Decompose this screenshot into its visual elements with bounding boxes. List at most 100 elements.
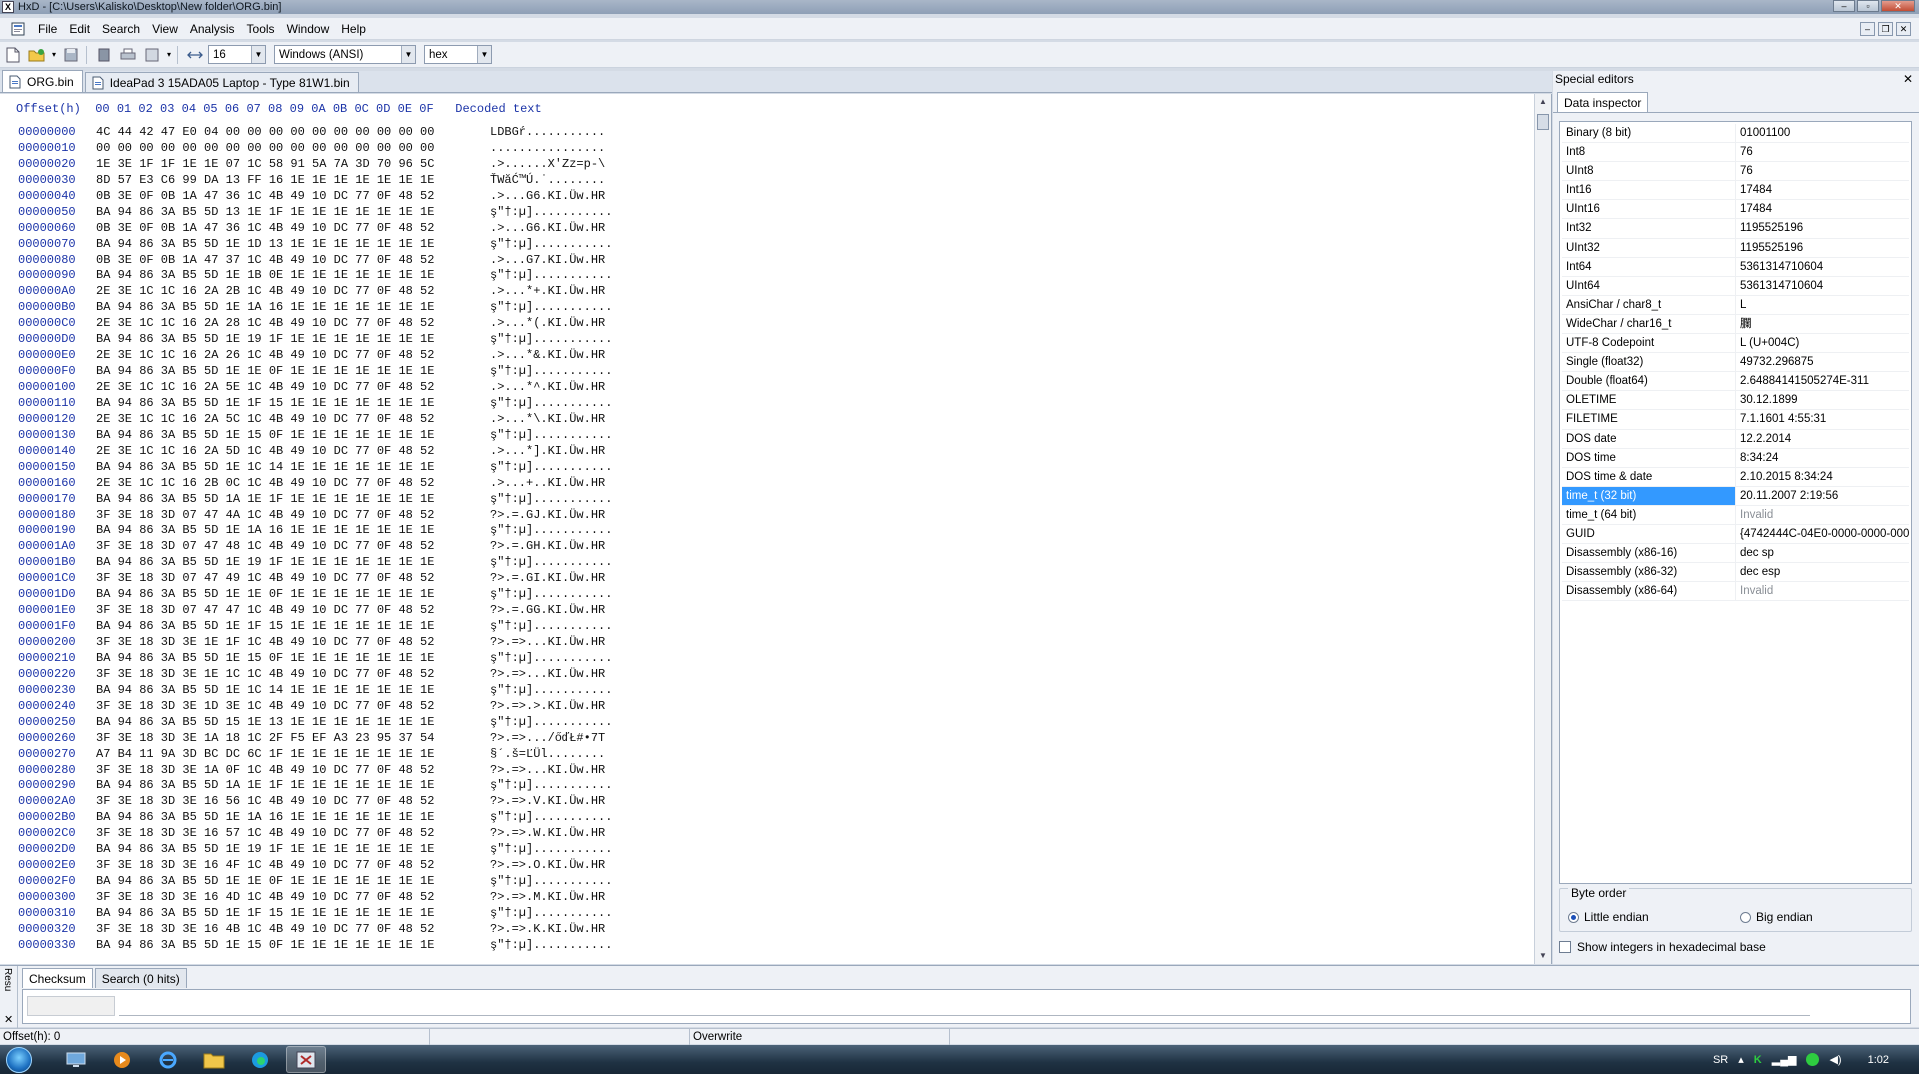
inspector-row[interactable]: time_t (32 bit) 20.11.2007 2:19:56 (1562, 486, 1909, 506)
hex-row[interactable]: 00000320 3F 3E 18 3D 3E 16 4B 1C 4B 49 10… (0, 921, 612, 937)
hex-row[interactable]: 00000130 BA 94 86 3A B5 5D 1E 15 0F 1E 1E… (0, 427, 612, 443)
row-bytes[interactable]: BA 94 86 3A B5 5D 1E 15 0F 1E 1E 1E 1E 1… (96, 937, 490, 953)
tray-expand-icon[interactable]: ▴ (1738, 1053, 1744, 1066)
radio-selected-icon[interactable] (1568, 911, 1579, 923)
inspector-value[interactable]: L (1735, 295, 1909, 314)
hex-row[interactable]: 00000220 3F 3E 18 3D 3E 1E 1C 1C 4B 49 10… (0, 666, 612, 682)
inspector-value[interactable]: 12.2.2014 (1735, 429, 1909, 448)
hex-row[interactable]: 000000A0 2E 3E 1C 1C 16 2A 2B 1C 4B 49 10… (0, 283, 612, 299)
inspector-row[interactable]: Single (float32) 49732.296875 (1562, 353, 1909, 373)
network-signal-icon[interactable]: ▂▄▆ (1772, 1053, 1797, 1066)
tab-checksum[interactable]: Checksum (22, 968, 93, 988)
kaspersky-icon[interactable]: K (1754, 1054, 1762, 1066)
hex-row[interactable]: 00000080 0B 3E 0F 0B 1A 47 37 1C 4B 49 10… (0, 252, 612, 268)
row-decoded-text[interactable]: ş"†:µ]........... (490, 236, 612, 252)
menu-file[interactable]: File (32, 22, 63, 36)
hex-row[interactable]: 00000000 4C 44 42 47 E0 04 00 00 00 00 00… (0, 124, 612, 140)
bytes-per-row-combo[interactable]: 16 ▼ (208, 45, 266, 64)
row-decoded-text[interactable]: ş"†:µ]........... (490, 809, 612, 825)
results-content[interactable] (22, 989, 1911, 1024)
row-bytes[interactable]: 3F 3E 18 3D 3E 16 4D 1C 4B 49 10 DC 77 0… (96, 889, 490, 905)
hex-row[interactable]: 000001D0 BA 94 86 3A B5 5D 1E 1E 0F 1E 1E… (0, 586, 612, 602)
hex-row[interactable]: 00000110 BA 94 86 3A B5 5D 1E 1F 15 1E 1E… (0, 395, 612, 411)
row-decoded-text[interactable]: ?>.=>.>.KI.Üw.HR (490, 698, 605, 714)
row-decoded-text[interactable]: ?>.=>...KI.Üw.HR (490, 666, 605, 682)
hex-row[interactable]: 000002A0 3F 3E 18 3D 3E 16 56 1C 4B 49 10… (0, 793, 612, 809)
checkbox-icon[interactable] (1559, 941, 1571, 953)
row-decoded-text[interactable]: ŤWăĆ™Ú.˙........ (490, 172, 605, 188)
inspector-value[interactable]: 5361314710604 (1735, 257, 1909, 276)
row-decoded-text[interactable]: ?>.=>.M.KI.Üw.HR (490, 889, 605, 905)
inspector-row[interactable]: UInt8 76 (1562, 162, 1909, 182)
hex-row[interactable]: 000001E0 3F 3E 18 3D 07 47 47 1C 4B 49 10… (0, 602, 612, 618)
row-bytes[interactable]: 3F 3E 18 3D 3E 1E 1C 1C 4B 49 10 DC 77 0… (96, 666, 490, 682)
row-bytes[interactable]: BA 94 86 3A B5 5D 1E 1A 16 1E 1E 1E 1E 1… (96, 809, 490, 825)
row-bytes[interactable]: BA 94 86 3A B5 5D 1E 1E 0F 1E 1E 1E 1E 1… (96, 873, 490, 889)
hex-row[interactable]: 000001B0 BA 94 86 3A B5 5D 1E 19 1F 1E 1E… (0, 554, 612, 570)
hex-editor[interactable]: Offset(h) 00 01 02 03 04 05 06 07 08 09 … (0, 94, 1552, 964)
hex-row[interactable]: 00000240 3F 3E 18 3D 3E 1D 3E 1C 4B 49 10… (0, 698, 612, 714)
maximize-button[interactable]: ▫ (1857, 0, 1879, 12)
row-decoded-text[interactable]: .>...*+.KI.Üw.HR (490, 283, 605, 299)
hex-row[interactable]: 00000270 A7 B4 11 9A 3D BC DC 6C 1F 1E 1E… (0, 746, 612, 762)
inspector-row[interactable]: Int64 5361314710604 (1562, 257, 1909, 277)
inspector-row[interactable]: Int16 17484 (1562, 181, 1909, 201)
row-decoded-text[interactable]: .>......X'Zz=p-\ (490, 156, 605, 172)
row-decoded-text[interactable]: ş"†:µ]........... (490, 299, 612, 315)
hex-row[interactable]: 00000210 BA 94 86 3A B5 5D 1E 15 0F 1E 1E… (0, 650, 612, 666)
hex-row[interactable]: 000000B0 BA 94 86 3A B5 5D 1E 1A 16 1E 1E… (0, 299, 612, 315)
inspector-value[interactable]: 8:34:24 (1735, 448, 1909, 467)
row-decoded-text[interactable]: .>...G6.KI.Üw.HR (490, 220, 605, 236)
row-decoded-text[interactable]: .>...*&.KI.Üw.HR (490, 347, 605, 363)
inspector-value[interactable]: dec sp (1735, 544, 1909, 563)
inspector-row[interactable]: UInt16 17484 (1562, 200, 1909, 220)
language-indicator[interactable]: SR (1713, 1054, 1728, 1066)
row-decoded-text[interactable]: ş"†:µ]........... (490, 841, 612, 857)
inspector-value[interactable]: 17484 (1735, 181, 1909, 200)
row-bytes[interactable]: BA 94 86 3A B5 5D 1E 1F 15 1E 1E 1E 1E 1… (96, 395, 490, 411)
data-inspector-grid[interactable]: Binary (8 bit) 01001100 Int8 76 UInt8 76 Int16… (1559, 121, 1912, 884)
inspector-row[interactable]: OLETIME 30.12.1899 (1562, 391, 1909, 411)
row-bytes[interactable]: BA 94 86 3A B5 5D 1E 1B 0E 1E 1E 1E 1E 1… (96, 267, 490, 283)
row-decoded-text[interactable]: .>...*(.KI.Üw.HR (490, 315, 605, 331)
tab-org-bin[interactable]: ORG.bin (2, 70, 83, 92)
inspector-value[interactable]: 76 (1735, 143, 1909, 162)
row-decoded-text[interactable]: ş"†:µ]........... (490, 905, 612, 921)
row-decoded-text[interactable]: ş"†:µ]........... (490, 586, 612, 602)
row-bytes[interactable]: 3F 3E 18 3D 07 47 4A 1C 4B 49 10 DC 77 0… (96, 507, 490, 523)
hex-row[interactable]: 00000280 3F 3E 18 3D 3E 1A 0F 1C 4B 49 10… (0, 762, 612, 778)
row-bytes[interactable]: BA 94 86 3A B5 5D 1E 19 1F 1E 1E 1E 1E 1… (96, 554, 490, 570)
hex-row[interactable]: 00000230 BA 94 86 3A B5 5D 1E 1C 14 1E 1E… (0, 682, 612, 698)
inspector-value[interactable]: dec esp (1735, 563, 1909, 582)
offset-base-combo[interactable]: hex ▼ (424, 45, 492, 64)
row-decoded-text[interactable]: ş"†:µ]........... (490, 395, 612, 411)
print-icon[interactable] (117, 45, 139, 65)
row-bytes[interactable]: 2E 3E 1C 1C 16 2A 5E 1C 4B 49 10 DC 77 0… (96, 379, 490, 395)
row-bytes[interactable]: 2E 3E 1C 1C 16 2A 26 1C 4B 49 10 DC 77 0… (96, 347, 490, 363)
row-decoded-text[interactable]: .>...*^.KI.Üw.HR (490, 379, 605, 395)
hex-row[interactable]: 00000170 BA 94 86 3A B5 5D 1A 1E 1F 1E 1E… (0, 491, 612, 507)
hex-row[interactable]: 00000310 BA 94 86 3A B5 5D 1E 1F 15 1E 1E… (0, 905, 612, 921)
row-bytes[interactable]: BA 94 86 3A B5 5D 1E 1E 0F 1E 1E 1E 1E 1… (96, 363, 490, 379)
dropdown-arrow-icon[interactable]: ▾ (50, 45, 58, 65)
hex-row[interactable]: 000001F0 BA 94 86 3A B5 5D 1E 1F 15 1E 1E… (0, 618, 612, 634)
hex-row[interactable]: 00000030 8D 57 E3 C6 99 DA 13 FF 16 1E 1E… (0, 172, 612, 188)
minimize-button[interactable]: – (1833, 0, 1855, 12)
row-bytes[interactable]: BA 94 86 3A B5 5D 1E 1F 15 1E 1E 1E 1E 1… (96, 905, 490, 921)
hex-row[interactable]: 00000010 00 00 00 00 00 00 00 00 00 00 00… (0, 140, 612, 156)
hex-row[interactable]: 00000200 3F 3E 18 3D 3E 1E 1F 1C 4B 49 10… (0, 634, 612, 650)
inspector-row[interactable]: FILETIME 7.1.1601 4:55:31 (1562, 410, 1909, 430)
inspector-row[interactable]: DOS time & date 2.10.2015 8:34:24 (1562, 467, 1909, 487)
row-decoded-text[interactable]: ?>.=.GI.KI.Üw.HR (490, 570, 605, 586)
row-bytes[interactable]: BA 94 86 3A B5 5D 1E 1C 14 1E 1E 1E 1E 1… (96, 459, 490, 475)
scroll-thumb[interactable] (1537, 114, 1549, 130)
inspector-row[interactable]: Disassembly (x86-16) dec sp (1562, 544, 1909, 564)
row-bytes[interactable]: 4C 44 42 47 E0 04 00 00 00 00 00 00 00 0… (96, 124, 490, 140)
inspector-value[interactable]: 17484 (1735, 200, 1909, 219)
row-bytes[interactable]: BA 94 86 3A B5 5D 1A 1E 1F 1E 1E 1E 1E 1… (96, 491, 490, 507)
row-decoded-text[interactable]: ş"†:µ]........... (490, 363, 612, 379)
row-bytes[interactable]: 3F 3E 18 3D 3E 16 4B 1C 4B 49 10 DC 77 0… (96, 921, 490, 937)
hex-row[interactable]: 000002F0 BA 94 86 3A B5 5D 1E 1E 0F 1E 1E… (0, 873, 612, 889)
row-bytes[interactable]: 3F 3E 18 3D 3E 16 57 1C 4B 49 10 DC 77 0… (96, 825, 490, 841)
row-decoded-text[interactable]: §´.š=ĽÜl........ (490, 746, 605, 762)
